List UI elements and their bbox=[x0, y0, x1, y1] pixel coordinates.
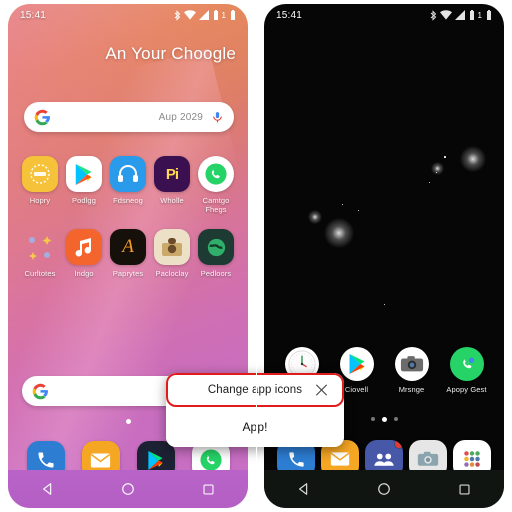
google-g-icon bbox=[32, 383, 48, 399]
back-nav-icon[interactable] bbox=[297, 482, 311, 496]
star bbox=[444, 156, 446, 158]
app-item[interactable]: Apopy Gest bbox=[439, 347, 494, 394]
bluetooth-icon bbox=[430, 9, 436, 21]
battery-icon bbox=[213, 9, 218, 20]
globe-icon bbox=[198, 229, 234, 265]
right-status-bar: 15:41 1 bbox=[264, 4, 504, 26]
close-x-icon[interactable] bbox=[315, 384, 328, 397]
left-navigation-bar bbox=[8, 470, 248, 508]
app-label: Fdsneog bbox=[113, 196, 143, 205]
star-glow bbox=[324, 218, 354, 248]
star bbox=[358, 210, 360, 212]
home-nav-icon[interactable] bbox=[121, 482, 135, 496]
screenshot-stage: 15:41 1 An Your Choogle Aup 2029 Hopry P… bbox=[0, 0, 512, 512]
battery-icon bbox=[469, 9, 474, 20]
greeting-text: An Your Choogle bbox=[105, 44, 236, 63]
app-label: Paprytes bbox=[112, 269, 144, 278]
app-label: Podlgg bbox=[72, 196, 96, 205]
page-dot[interactable] bbox=[381, 417, 387, 422]
cellular-signal-icon bbox=[198, 10, 209, 20]
app-item[interactable]: Podlgg bbox=[62, 156, 106, 215]
app-item[interactable]: Pacloclay bbox=[150, 229, 194, 278]
vintage-camera-icon bbox=[154, 229, 190, 265]
pi-text-icon: Pi bbox=[154, 156, 190, 192]
battery-level-label: 1 bbox=[477, 10, 482, 20]
app-label: Wholle bbox=[160, 196, 184, 205]
app-label: Indgo bbox=[74, 269, 94, 278]
app-item[interactable]: Pi Wholle bbox=[150, 156, 194, 215]
letter-a-icon: A bbox=[110, 229, 146, 265]
battery-level-label: 1 bbox=[221, 10, 226, 20]
top-search-bar[interactable]: Aup 2029 bbox=[24, 102, 234, 132]
wifi-icon bbox=[439, 10, 452, 20]
app-label: Curltotes bbox=[24, 269, 56, 278]
app-label: Pacloclay bbox=[155, 269, 189, 278]
app-label: Apopy Gest bbox=[446, 385, 487, 394]
star-glow bbox=[308, 210, 322, 224]
app-item[interactable]: Fdsneog bbox=[106, 156, 150, 215]
wifi-icon bbox=[183, 10, 196, 20]
dialog-header-highlighted[interactable]: Change app icons bbox=[166, 373, 344, 407]
right-navigation-bar bbox=[264, 470, 504, 508]
page-dot[interactable] bbox=[370, 417, 375, 421]
star bbox=[342, 204, 344, 206]
whatsapp-icon bbox=[449, 347, 484, 381]
star-glow bbox=[460, 146, 486, 172]
star bbox=[384, 304, 385, 305]
app-item[interactable]: Mrsnge bbox=[384, 347, 439, 394]
status-clock: 15:41 bbox=[276, 9, 303, 21]
page-dot[interactable] bbox=[393, 417, 398, 421]
camera-icon bbox=[394, 347, 429, 381]
cellular-signal-icon bbox=[454, 10, 465, 20]
recents-nav-icon[interactable] bbox=[458, 483, 471, 496]
status-icons: 1 bbox=[174, 9, 236, 21]
app-item[interactable]: Hopry bbox=[18, 156, 62, 215]
home-nav-icon[interactable] bbox=[377, 482, 391, 496]
app-grid-row-1: Hopry Podlgg Fdsneog Pi Wholle Camtgo Fh… bbox=[18, 156, 238, 215]
google-g-icon bbox=[34, 109, 50, 125]
dialog-body: App! bbox=[166, 407, 344, 447]
recents-nav-icon[interactable] bbox=[202, 483, 215, 496]
status-clock: 15:41 bbox=[20, 9, 47, 21]
left-status-bar: 15:41 1 bbox=[8, 4, 248, 26]
app-item[interactable]: Curltotes bbox=[18, 229, 62, 278]
star-glow bbox=[431, 162, 444, 175]
badge-seal-icon bbox=[22, 156, 58, 192]
app-item[interactable]: A Paprytes bbox=[106, 229, 150, 278]
status-icons: 1 bbox=[430, 9, 492, 21]
change-app-icons-dialog: Change app icons App! bbox=[166, 373, 344, 447]
headphones-icon bbox=[110, 156, 146, 192]
dialog-title: Change app icons bbox=[207, 384, 303, 396]
back-nav-icon[interactable] bbox=[41, 482, 55, 496]
play-store-icon bbox=[66, 156, 102, 192]
notification-badge bbox=[394, 440, 403, 449]
dialog-action-label[interactable]: App! bbox=[242, 420, 267, 434]
app-item[interactable]: Indgo bbox=[62, 229, 106, 278]
sparkle-dots-icon bbox=[22, 229, 58, 265]
battery-secondary-icon bbox=[231, 9, 235, 20]
app-label: Mrsnge bbox=[398, 385, 425, 394]
app-grid-row-2: Curltotes Indgo A Paprytes Pacloclay Ped… bbox=[18, 229, 238, 278]
app-label: Ciovell bbox=[344, 385, 369, 394]
whatsapp-icon bbox=[198, 156, 234, 192]
app-label: Camtgo Fhegs bbox=[202, 196, 230, 215]
page-dot[interactable] bbox=[125, 419, 131, 424]
app-item[interactable]: Camtgo Fhegs bbox=[194, 156, 238, 215]
top-search-text: Aup 2029 bbox=[158, 111, 203, 123]
screenshot-divider bbox=[256, 0, 257, 512]
battery-secondary-icon bbox=[487, 9, 491, 20]
microphone-icon[interactable] bbox=[211, 109, 224, 125]
app-label: Hopry bbox=[29, 196, 51, 205]
play-store-icon bbox=[339, 347, 374, 381]
star bbox=[429, 182, 431, 184]
app-item[interactable]: Pedloors bbox=[194, 229, 238, 278]
music-note-icon bbox=[66, 229, 102, 265]
app-label: Pedloors bbox=[200, 269, 232, 278]
bluetooth-icon bbox=[174, 9, 180, 21]
